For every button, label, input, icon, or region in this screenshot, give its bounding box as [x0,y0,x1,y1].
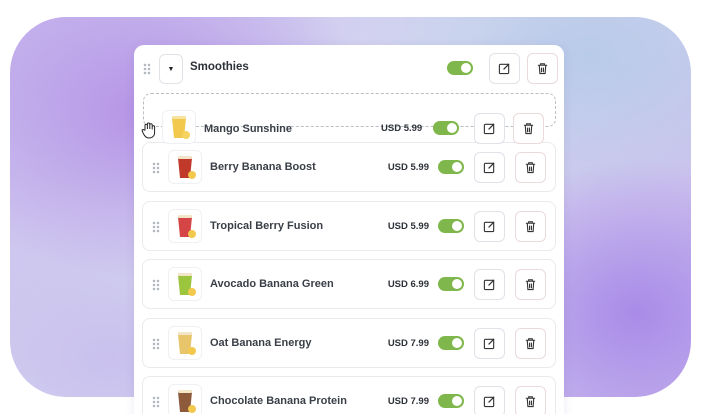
delete-item-button[interactable] [515,152,546,183]
product-image [168,326,202,360]
item-name: Mango Sunshine [204,123,292,135]
item-name: Berry Banana Boost [210,161,316,173]
delete-category-button[interactable] [527,53,558,84]
edit-item-button[interactable] [474,269,505,300]
product-image [168,267,202,301]
menu-item-row[interactable]: Chocolate Banana Protein USD 7.99 [142,376,556,414]
item-toggle[interactable] [438,277,464,291]
item-price: USD 7.99 [387,396,429,407]
item-toggle[interactable] [438,160,464,174]
drag-handle-icon[interactable] [152,221,160,233]
trash-icon [525,396,536,408]
edit-item-button[interactable] [474,328,505,359]
item-name: Chocolate Banana Protein [210,395,347,407]
drag-handle-icon[interactable] [143,63,151,75]
trash-icon [525,279,536,291]
delete-item-button[interactable] [515,386,546,414]
menu-item-row[interactable]: Tropical Berry Fusion USD 5.99 [142,201,556,251]
item-toggle[interactable] [438,336,464,350]
product-image [168,209,202,243]
dragged-item[interactable]: Mango Sunshine USD 5.99 [150,110,570,150]
caret-down-icon: ▼ [167,65,175,73]
edit-icon [483,123,495,135]
item-price: USD 5.99 [381,123,423,134]
trash-icon [523,123,534,135]
trash-icon [525,338,536,350]
item-price: USD 6.99 [387,279,429,290]
item-toggle[interactable] [433,121,459,135]
collapse-button[interactable]: ▼ [159,54,183,84]
item-toggle[interactable] [438,219,464,233]
item-toggle[interactable] [438,394,464,408]
drag-handle-icon[interactable] [152,396,160,408]
drag-handle-icon[interactable] [152,162,160,174]
delete-item-button[interactable] [513,113,544,144]
edit-icon [483,221,495,233]
edit-icon [483,279,495,291]
product-image [162,110,196,144]
edit-icon [483,396,495,408]
category-header: ▼ Smoothies [134,45,564,91]
edit-category-button[interactable] [489,53,520,84]
menu-item-row[interactable]: Avocado Banana Green USD 6.99 [142,259,556,309]
product-image [168,150,202,184]
delete-item-button[interactable] [515,211,546,242]
item-price: USD 5.99 [387,162,429,173]
item-name: Tropical Berry Fusion [210,220,324,232]
product-image [168,384,202,414]
trash-icon [525,221,536,233]
drag-handle-icon[interactable] [152,338,160,350]
edit-item-button[interactable] [474,211,505,242]
item-name: Oat Banana Energy [210,337,312,349]
edit-item-button[interactable] [474,386,505,414]
edit-icon [498,63,510,75]
grab-cursor-icon [141,122,156,139]
item-price: USD 7.99 [387,338,429,349]
trash-icon [537,63,548,75]
item-name: Avocado Banana Green [210,278,334,290]
edit-item-button[interactable] [474,113,505,144]
trash-icon [525,162,536,174]
category-toggle[interactable] [447,61,473,75]
menu-item-row[interactable]: Oat Banana Energy USD 7.99 [142,318,556,368]
item-price: USD 5.99 [387,221,429,232]
drag-handle-icon[interactable] [152,279,160,291]
delete-item-button[interactable] [515,328,546,359]
edit-icon [483,338,495,350]
edit-item-button[interactable] [474,152,505,183]
delete-item-button[interactable] [515,269,546,300]
category-title: Smoothies [190,61,249,73]
edit-icon [483,162,495,174]
